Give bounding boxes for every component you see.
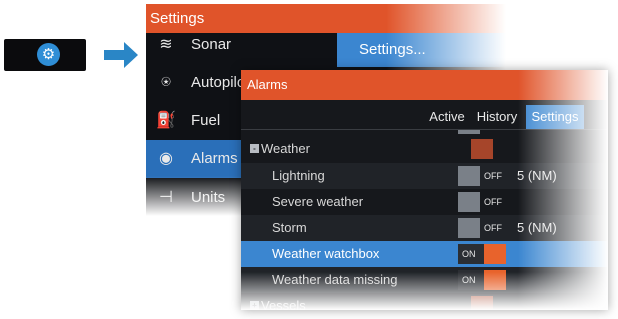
toggle-state: ON [462,249,476,259]
sidebar-item-label: Fuel [191,112,221,129]
settings-popup-button[interactable]: Settings... [337,33,506,67]
collapse-icon: + [250,301,259,310]
sidebar-item-sonar[interactable]: ≋ Sonar [146,26,242,64]
toggle-partial [458,130,480,134]
tab-history[interactable]: History [474,105,520,129]
group-toggle[interactable] [471,139,493,159]
tab-settings[interactable]: Settings [526,105,584,129]
sidebar-item-label: Sonar [191,36,232,53]
tab-divider [241,129,608,130]
alarm-toggle[interactable]: OFF [458,218,506,238]
alarm-toggle[interactable]: ON [458,270,506,290]
toggle-state: OFF [484,171,502,181]
alarm-row-weather-data-missing[interactable]: Weather data missing ON [241,267,608,293]
autopilot-icon: ⍟ [161,74,171,91]
alarms-title: Alarms [241,70,608,100]
alarm-label: Weather watchbox [272,246,380,261]
alarm-label: Lightning [272,168,325,183]
collapse-icon: - [250,144,259,153]
alarms-panel: Alarms Active History Settings - Weather… [241,70,608,310]
sidebar-item-alarms[interactable]: ◉ Alarms [146,140,242,178]
alarm-toggle[interactable]: OFF [458,166,506,186]
sonar-icon: ≋ [159,36,173,53]
group-toggle[interactable] [471,296,493,310]
units-icon: ⊣ [159,189,173,206]
alarm-toggle[interactable]: OFF [458,192,506,212]
toggle-knob [458,166,480,186]
gear-icon: ⚙ [37,43,60,66]
alarm-value[interactable]: 5 (NM) [517,163,557,189]
group-label: Weather [261,141,310,156]
toggle-state: ON [462,275,476,285]
fuel-icon: ⛽ [156,112,176,129]
group-label: Vessels [261,298,306,310]
toggle-knob [458,192,480,212]
alarm-row-storm[interactable]: Storm OFF 5 (NM) [241,215,608,241]
alarm-value[interactable]: 5 (NM) [517,215,557,241]
sidebar-item-fuel[interactable]: ⛽ Fuel [146,102,242,140]
alarm-toggle[interactable]: ON [458,244,506,264]
group-weather[interactable]: - Weather [241,137,608,161]
toggle-knob [484,244,506,264]
alarm-row-weather-watchbox[interactable]: Weather watchbox ON [241,241,608,267]
toggle-knob [484,270,506,290]
toggle-knob [458,218,480,238]
group-vessels[interactable]: + Vessels [241,294,608,310]
alarm-label: Severe weather [272,194,364,209]
alarm-row-lightning[interactable]: Lightning OFF 5 (NM) [241,163,608,189]
sidebar-item-autopilot[interactable]: ⍟ Autopilot [146,64,249,102]
arrow-icon [104,42,138,68]
settings-key[interactable]: ⚙ [4,39,86,71]
sidebar-item-label: Units [191,189,226,206]
sidebar-item-label: Alarms [191,150,238,167]
toggle-state: OFF [484,223,502,233]
tab-active[interactable]: Active [424,105,470,129]
alarms-icon: ◉ [159,150,173,167]
sidebar-item-units[interactable]: ⊣ Units [146,179,242,216]
alarm-row-severe-weather[interactable]: Severe weather OFF [241,189,608,215]
alarm-label: Weather data missing [272,272,398,287]
toggle-state: OFF [484,197,502,207]
alarm-label: Storm [272,220,307,235]
